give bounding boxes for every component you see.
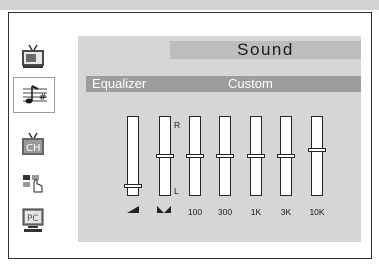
svg-text:#: # bbox=[39, 93, 47, 103]
balance-left-label: L bbox=[174, 186, 179, 196]
hand-setup-icon bbox=[23, 175, 43, 193]
eq-slider-10k[interactable] bbox=[311, 116, 323, 196]
eq-label-100: 100 bbox=[187, 207, 203, 217]
eq-slider-1k-thumb[interactable] bbox=[247, 154, 265, 158]
svg-text:CH: CH bbox=[26, 143, 41, 154]
eq-label-10k: 10K bbox=[309, 207, 325, 217]
top-strip bbox=[0, 0, 379, 10]
equalizer-label: Equalizer bbox=[92, 76, 147, 91]
tv-picture-icon bbox=[22, 44, 44, 68]
channel-icon: CH bbox=[22, 132, 44, 155]
balance-slider-thumb[interactable] bbox=[156, 154, 174, 158]
music-note-icon: # bbox=[23, 85, 47, 104]
eq-label-300: 300 bbox=[217, 207, 233, 217]
eq-slider-3k-thumb[interactable] bbox=[277, 154, 295, 158]
equalizer-mode-row[interactable]: Equalizer Custom bbox=[86, 76, 361, 92]
svg-text:PC: PC bbox=[27, 214, 39, 224]
balance-icon bbox=[157, 206, 171, 213]
eq-slider-10k-thumb[interactable] bbox=[308, 148, 326, 152]
eq-label-1k: 1K bbox=[250, 207, 262, 217]
volume-slider-thumb[interactable] bbox=[124, 184, 142, 188]
eq-slider-100-thumb[interactable] bbox=[186, 154, 204, 158]
sidebar-item-channel[interactable]: CH bbox=[16, 128, 50, 162]
eq-label-3k: 3K bbox=[280, 207, 292, 217]
sidebar-item-setup[interactable] bbox=[16, 166, 50, 200]
pc-icon: PC bbox=[22, 208, 44, 232]
sidebar-item-sound[interactable]: # bbox=[13, 77, 55, 113]
sidebar-item-pc[interactable]: PC bbox=[16, 203, 50, 237]
equalizer-value: Custom bbox=[228, 76, 273, 91]
eq-slider-300-thumb[interactable] bbox=[216, 154, 234, 158]
page-title: Sound bbox=[170, 40, 361, 59]
sidebar-item-picture[interactable] bbox=[16, 40, 50, 74]
balance-right-label: R bbox=[174, 120, 181, 130]
page-title-text: Sound bbox=[237, 40, 294, 59]
volume-ramp-icon bbox=[127, 206, 139, 213]
